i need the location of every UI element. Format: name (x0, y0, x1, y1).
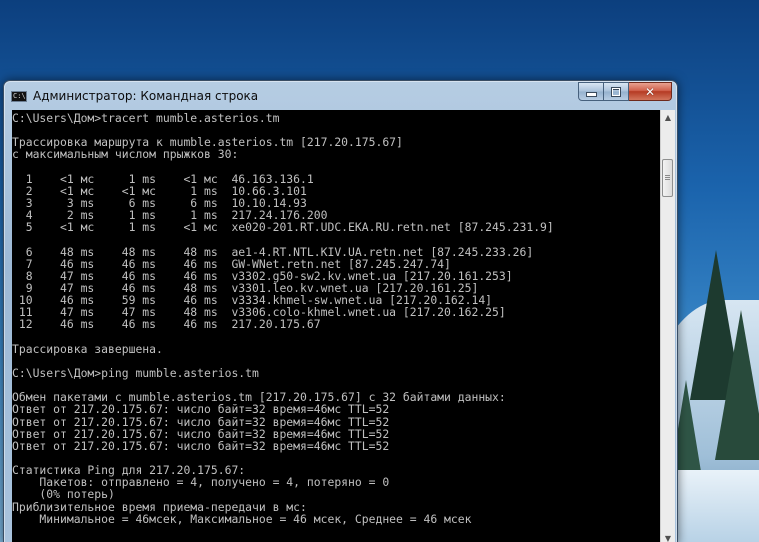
console-line: C:\Users\Дом>tracert mumble.asterios.tm (12, 111, 280, 125)
thumb-grip (665, 177, 670, 178)
console-line: 6 48 ms 48 ms 48 ms ae1-4.RT.NTL.KIV.UA.… (12, 244, 534, 259)
console-line: Ответ от 217.20.175.67: число байт=32 вр… (12, 426, 390, 441)
scroll-up-button[interactable]: ▲ (661, 110, 675, 125)
minimize-icon (585, 92, 597, 97)
close-icon: ✕ (644, 84, 656, 99)
command-prompt-window: C:\ Администратор: Командная строка ✕ C:… (3, 80, 678, 542)
console-line: Минимальное = 46мсек, Максимальное = 46 … (12, 511, 472, 526)
console-line: Ответ от 217.20.175.67: число байт=32 вр… (12, 414, 390, 429)
cmd-icon[interactable]: C:\ (11, 91, 27, 102)
window-title: Администратор: Командная строка (33, 89, 259, 103)
minimize-button[interactable] (578, 82, 604, 101)
arrow-up-icon: ▲ (664, 113, 672, 122)
maximize-icon (611, 86, 621, 97)
console-line: 7 46 ms 46 ms 46 ms GW-WNet.retn.net [87… (12, 256, 451, 271)
console-line: Приблизительное время приема-передачи в … (12, 499, 307, 514)
console-line: 12 46 ms 46 ms 46 ms 217.20.175.67 (12, 317, 321, 332)
thumb-grip (665, 175, 670, 176)
title-bar[interactable]: C:\ Администратор: Командная строка ✕ (4, 81, 677, 109)
console-line: Ответ от 217.20.175.67: число байт=32 вр… (12, 402, 390, 417)
thumb-grip (665, 179, 670, 180)
console-output[interactable]: C:\Users\Дом>tracert mumble.asterios.tm Т… (12, 110, 660, 542)
vertical-scrollbar[interactable]: ▲ ▼ (660, 110, 675, 542)
scrollbar-thumb[interactable] (662, 159, 673, 197)
console-line: Трассировка завершена. (12, 341, 163, 356)
scroll-down-button[interactable]: ▼ (661, 531, 675, 542)
console-line: (0% потерь) (12, 487, 115, 502)
console-text: C:\Users\Дом>tracert mumble.asterios.tm Т… (12, 110, 660, 525)
console-line: с максимальным числом прыжков 30: (12, 147, 239, 162)
close-button[interactable]: ✕ (629, 82, 672, 101)
console-line: Ответ от 217.20.175.67: число байт=32 вр… (12, 438, 390, 453)
window-controls: ✕ (578, 82, 672, 101)
console-line: 5 <1 мс 1 ms <1 мс xe020-201.RT.UDC.EKA.… (12, 220, 554, 235)
console-line: C:\Users\Дом>ping mumble.asterios.tm (12, 365, 259, 380)
arrow-down-icon: ▼ (664, 534, 672, 542)
maximize-button[interactable] (604, 82, 629, 101)
desktop-tree (715, 310, 759, 460)
